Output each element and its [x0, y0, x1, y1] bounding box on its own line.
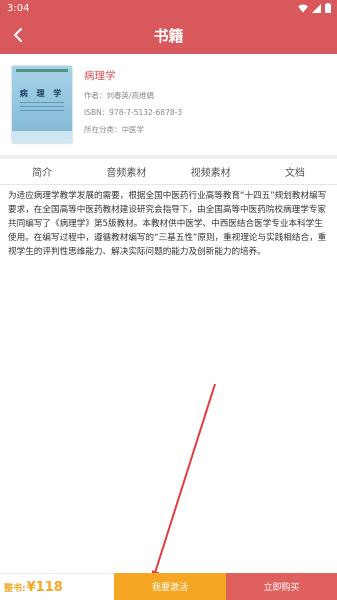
chevron-left-icon [14, 28, 22, 42]
book-info: 病 理 学 病理学 作者：刘春英/高维娟 ISBN：978-7-5132-687… [0, 54, 337, 155]
battery-icon [325, 3, 331, 13]
back-button[interactable] [0, 16, 36, 54]
buy-now-button[interactable]: 立即购买 [226, 573, 337, 600]
signal-icon [312, 3, 321, 13]
status-time: 3:04 [7, 2, 30, 14]
price-label: 整书: [4, 583, 26, 594]
status-icons [298, 3, 331, 13]
status-bar: 3:04 [0, 0, 337, 16]
book-title: 病理学 [84, 70, 116, 82]
book-category: 所在分类：中医学 [84, 125, 144, 134]
activate-button[interactable]: 我要激活 [114, 573, 226, 600]
tab-audio[interactable]: 音频素材 [84, 164, 168, 179]
book-meta: 病理学 作者：刘春英/高维娟 ISBN：978-7-5132-6878-3 所在… [84, 66, 182, 155]
tab-bar: 简介 音频素材 视频素材 文档 [0, 159, 337, 185]
app-bar: 书籍 [0, 16, 337, 54]
book-cover-image: 病 理 学 [12, 66, 72, 143]
page-title: 书籍 [153, 26, 184, 45]
book-isbn: ISBN：978-7-5132-6878-3 [84, 108, 183, 117]
book-description: 为适应病理学教学发展的需要，根据全国中医药行业高等教育“十四五”规划教材编写要求… [8, 191, 327, 257]
bottom-bar: 整书: ¥118 我要激活 立即购买 [0, 573, 337, 600]
tab-video[interactable]: 视频素材 [169, 164, 253, 179]
tab-documents[interactable]: 文档 [253, 164, 337, 179]
price-value: ¥118 [26, 579, 63, 595]
wifi-icon [298, 4, 308, 12]
price-area: 整书: ¥118 [0, 573, 114, 600]
tab-intro[interactable]: 简介 [0, 164, 84, 179]
book-author: 作者：刘春英/高维娟 [84, 91, 155, 100]
cover-title: 病 理 学 [19, 88, 65, 98]
